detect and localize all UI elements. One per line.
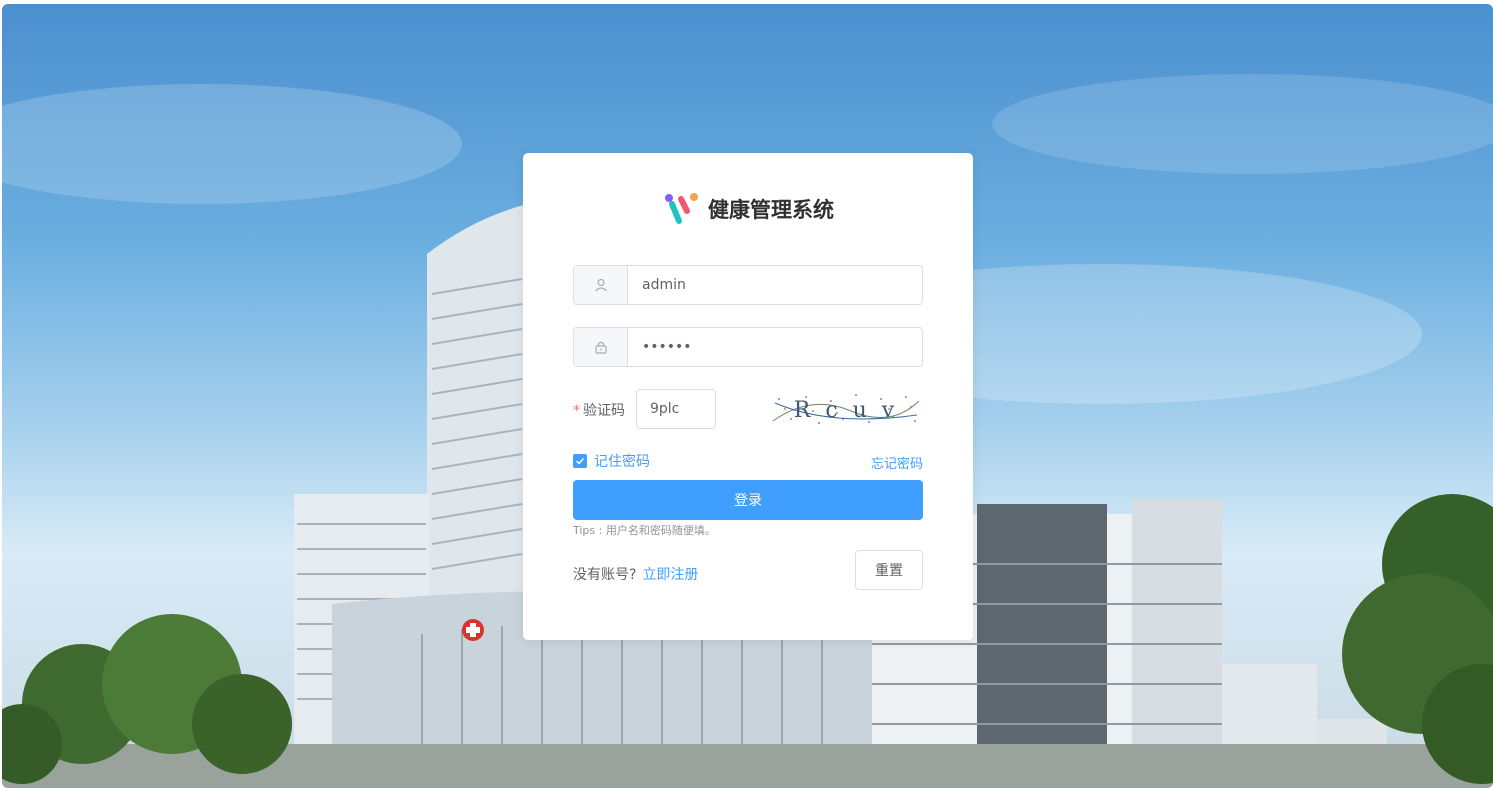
captcha-input[interactable] [636, 389, 716, 429]
lock-icon [594, 341, 607, 354]
captcha-label-text: 验证码 [583, 403, 625, 419]
no-account-text: 没有账号? [573, 567, 637, 583]
remember-password[interactable]: 记住密码 [573, 451, 650, 471]
login-card: 健康管理系统 *验证码 [523, 153, 973, 640]
password-input[interactable] [628, 328, 922, 366]
captcha-image[interactable]: R c u v [771, 389, 921, 429]
captcha-row: *验证码 R c u v [573, 389, 923, 429]
register-row: 没有账号? 立即注册 [573, 564, 698, 584]
tips-text: Tips : 用户名和密码随便填。 [573, 524, 716, 537]
user-icon [594, 278, 607, 292]
password-field[interactable] [573, 327, 923, 367]
reset-button[interactable]: 重置 [855, 550, 923, 590]
forgot-password-link[interactable]: 忘记密码 [871, 453, 923, 472]
register-link[interactable]: 立即注册 [642, 567, 698, 583]
captcha-label: * 验证码 [573, 400, 625, 420]
login-button[interactable]: 登录 [573, 480, 923, 520]
password-prefix [574, 328, 628, 366]
username-input[interactable] [628, 266, 922, 304]
remember-checkbox[interactable] [573, 454, 587, 468]
app-logo-icon [665, 193, 698, 224]
app-title: 健康管理系统 [708, 198, 834, 222]
required-mark: * [573, 403, 580, 419]
username-field[interactable] [573, 265, 923, 305]
remember-label: 记住密码 [594, 454, 650, 470]
captcha-text: R c u v [794, 398, 898, 423]
title-row: 健康管理系统 [523, 191, 973, 227]
username-prefix [574, 266, 628, 304]
check-icon [575, 457, 585, 465]
